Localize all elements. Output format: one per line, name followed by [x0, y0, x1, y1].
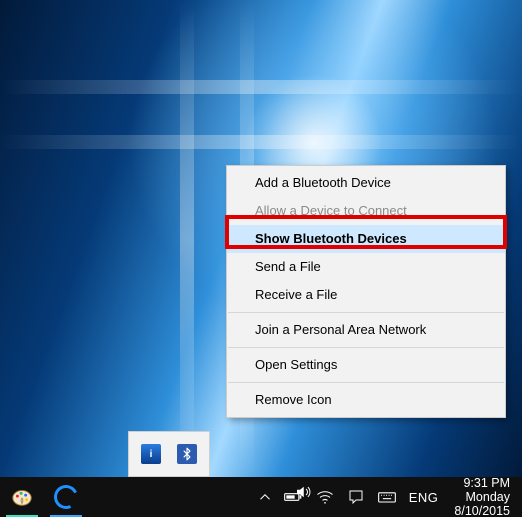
- edge-icon: [51, 482, 82, 513]
- menu-add-device[interactable]: Add a Bluetooth Device: [227, 169, 505, 197]
- menu-separator: [228, 312, 504, 313]
- clock-date: 8/10/2015: [454, 504, 510, 517]
- menu-show-devices[interactable]: Show Bluetooth Devices: [227, 225, 505, 253]
- tray-overflow-toggle[interactable]: [247, 477, 283, 517]
- tray-overflow-popup: i: [128, 431, 210, 477]
- system-tray: ENG 9:31 PM Monday 8/10/2015: [283, 477, 522, 517]
- bluetooth-context-menu: Add a Bluetooth DeviceAllow a Device to …: [226, 165, 506, 418]
- taskbar-clock[interactable]: 9:31 PM Monday 8/10/2015: [450, 476, 514, 517]
- paint-icon: [10, 486, 34, 508]
- action-center-icon[interactable]: [347, 477, 365, 517]
- bluetooth-icon[interactable]: [169, 436, 205, 472]
- menu-allow-connect: Allow a Device to Connect: [227, 197, 505, 225]
- keyboard-icon[interactable]: [377, 477, 397, 517]
- taskbar: ENG 9:31 PM Monday 8/10/2015: [0, 477, 522, 517]
- menu-join-pan[interactable]: Join a Personal Area Network: [227, 316, 505, 344]
- speaker-icon[interactable]: [294, 483, 312, 517]
- menu-send-file[interactable]: Send a File: [227, 253, 505, 281]
- chevron-up-icon: [256, 488, 274, 506]
- paint-app[interactable]: [0, 477, 44, 517]
- input-language[interactable]: ENG: [409, 477, 439, 517]
- wifi-icon[interactable]: [315, 477, 335, 517]
- menu-receive-file[interactable]: Receive a File: [227, 281, 505, 309]
- clock-time: 9:31 PM: [454, 476, 510, 490]
- menu-remove-icon[interactable]: Remove Icon: [227, 386, 505, 414]
- taskbar-pinned-area: [0, 477, 88, 517]
- edge-app[interactable]: [44, 477, 88, 517]
- clock-day: Monday: [454, 490, 510, 504]
- menu-separator: [228, 347, 504, 348]
- intel-graphics-icon[interactable]: i: [133, 436, 169, 472]
- menu-separator: [228, 382, 504, 383]
- menu-open-settings[interactable]: Open Settings: [227, 351, 505, 379]
